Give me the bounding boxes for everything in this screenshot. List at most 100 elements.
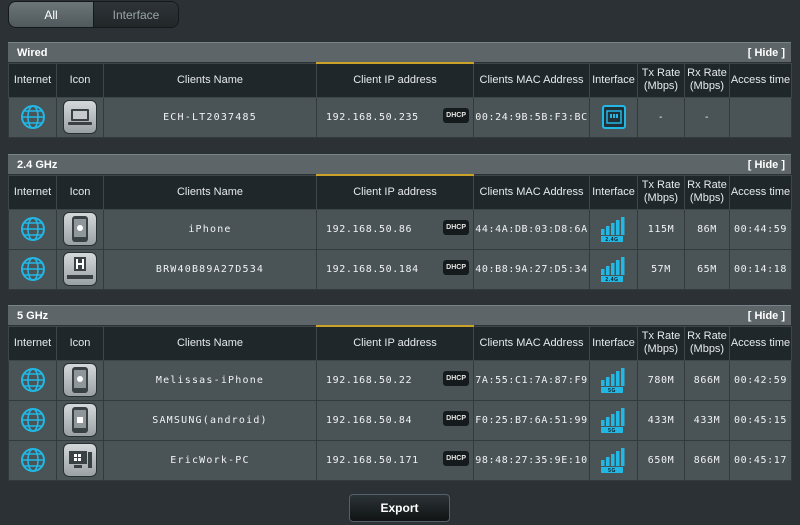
- column-header-ip: Client IP address: [316, 174, 474, 210]
- client-ip: 192.168.50.86: [326, 223, 413, 235]
- column-header-icon: Icon: [56, 325, 104, 361]
- client-mac: 40:B8:9A:27:D5:34: [473, 248, 590, 290]
- table-row[interactable]: BRW40B89A27D534 192.168.50.184 DHCP 40:B8:9…: [8, 248, 792, 290]
- client-ip-cell: 192.168.50.171 DHCP: [316, 439, 474, 481]
- globe-icon[interactable]: [9, 256, 56, 282]
- client-name[interactable]: BRW40B89A27D534: [103, 248, 317, 290]
- column-header-name: Clients Name: [103, 174, 317, 210]
- table-row[interactable]: EricWork-PC 192.168.50.171 DHCP 98:48:27:35…: [8, 439, 792, 481]
- column-header-interface: Interface: [589, 62, 638, 98]
- table-row[interactable]: Melissas-iPhone 192.168.50.22 DHCP 7A:55:C1…: [8, 359, 792, 401]
- hide-button[interactable]: [ Hide ]: [748, 47, 785, 59]
- internet-cell: [8, 96, 57, 138]
- dhcp-badge: DHCP: [443, 219, 469, 235]
- client-ip: 192.168.50.171: [326, 454, 419, 466]
- wifi-signal-icon: 2.4G: [590, 215, 637, 243]
- column-header-access: Access time: [729, 325, 792, 361]
- wifi-signal-icon: 5G: [590, 446, 637, 474]
- export-button[interactable]: Export: [349, 494, 450, 522]
- access-time: 00:45:15: [729, 399, 792, 441]
- tx-rate: 780M: [637, 359, 685, 401]
- access-time: [729, 96, 792, 138]
- globe-icon[interactable]: [9, 367, 56, 393]
- clients-table: Internet Icon Clients Name Client IP addres…: [8, 325, 792, 481]
- svg-text:5G: 5G: [608, 468, 616, 474]
- hide-button[interactable]: [ Hide ]: [748, 310, 785, 322]
- device-icon-cell: [56, 359, 104, 401]
- internet-cell: [8, 248, 57, 290]
- internet-cell: [8, 208, 57, 250]
- tx-rate: 433M: [637, 399, 685, 441]
- client-ip: 192.168.50.22: [326, 374, 413, 386]
- globe-icon[interactable]: [9, 216, 56, 242]
- client-mac: 44:4A:DB:03:D8:6A: [473, 208, 590, 250]
- client-name[interactable]: iPhone: [103, 208, 317, 250]
- tab-all[interactable]: All: [9, 2, 93, 27]
- clients-table: Internet Icon Clients Name Client IP addres…: [8, 62, 792, 138]
- wifi-signal-icon: 2.4G: [590, 255, 637, 283]
- column-header-ip: Client IP address: [316, 325, 474, 361]
- device-icon-cell: [56, 96, 104, 138]
- device-icon-cell: [56, 208, 104, 250]
- table-row[interactable]: ECH-LT2037485 192.168.50.235 DHCP 00:24:9B:…: [8, 96, 792, 138]
- svg-text:5G: 5G: [608, 388, 616, 394]
- section-wired: Wired [ Hide ] Internet Icon Clients Name C…: [8, 42, 792, 138]
- client-ip: 192.168.50.184: [326, 263, 419, 275]
- table-row[interactable]: SAMSUNG(android) 192.168.50.84 DHCP F0:25:B…: [8, 399, 792, 441]
- column-header-mac: Clients MAC Address: [473, 174, 590, 210]
- column-header-rx: Rx Rate (Mbps): [684, 62, 730, 98]
- view-tabs: All Interface: [8, 1, 179, 28]
- tx-rate: 57M: [637, 248, 685, 290]
- interface-cell: [589, 96, 638, 138]
- column-header-rx: Rx Rate (Mbps): [684, 325, 730, 361]
- tx-rate: 650M: [637, 439, 685, 481]
- laptop-icon[interactable]: [63, 100, 97, 134]
- wifi-signal-icon: 5G: [590, 366, 637, 394]
- android-phone-icon[interactable]: [63, 403, 97, 437]
- column-header-access: Access time: [729, 62, 792, 98]
- client-mac: F0:25:B7:6A:51:99: [473, 399, 590, 441]
- hide-button[interactable]: [ Hide ]: [748, 159, 785, 171]
- column-header-internet: Internet: [8, 325, 57, 361]
- apple-phone-icon[interactable]: [63, 212, 97, 246]
- section-title: Wired: [17, 46, 48, 59]
- column-header-tx: Tx Rate (Mbps): [637, 62, 685, 98]
- client-ip-cell: 192.168.50.22 DHCP: [316, 359, 474, 401]
- column-header-name: Clients Name: [103, 62, 317, 98]
- internet-cell: [8, 359, 57, 401]
- access-time: 00:44:59: [729, 208, 792, 250]
- wifi-signal-icon: 5G: [590, 406, 637, 434]
- rx-rate: 65M: [684, 248, 730, 290]
- column-header-access: Access time: [729, 174, 792, 210]
- access-time: 00:14:18: [729, 248, 792, 290]
- client-name[interactable]: Melissas-iPhone: [103, 359, 317, 401]
- svg-text:5G: 5G: [608, 428, 616, 434]
- tab-interface[interactable]: Interface: [93, 2, 178, 27]
- client-mac: 98:48:27:35:9E:10: [473, 439, 590, 481]
- globe-icon[interactable]: [9, 447, 56, 473]
- device-icon-cell: [56, 399, 104, 441]
- column-header-mac: Clients MAC Address: [473, 62, 590, 98]
- dhcp-badge: DHCP: [443, 410, 469, 426]
- section-header: 5 GHz [ Hide ]: [8, 305, 791, 325]
- dhcp-badge: DHCP: [443, 370, 469, 386]
- windows-pc-icon[interactable]: [63, 443, 97, 477]
- client-ip-cell: 192.168.50.235 DHCP: [316, 96, 474, 138]
- column-header-tx: Tx Rate (Mbps): [637, 174, 685, 210]
- table-row[interactable]: iPhone 192.168.50.86 DHCP 44:4A:DB:03:D8:6A…: [8, 208, 792, 250]
- globe-icon[interactable]: [9, 104, 56, 130]
- section-header: 2.4 GHz [ Hide ]: [8, 154, 791, 174]
- client-name[interactable]: EricWork-PC: [103, 439, 317, 481]
- client-ip-cell: 192.168.50.84 DHCP: [316, 399, 474, 441]
- foxconn-icon[interactable]: [63, 252, 97, 286]
- client-name[interactable]: ECH-LT2037485: [103, 96, 317, 138]
- column-header-ip: Client IP address: [316, 62, 474, 98]
- client-ip: 192.168.50.235: [326, 111, 419, 123]
- globe-icon[interactable]: [9, 407, 56, 433]
- section-2-4ghz: 2.4 GHz [ Hide ] Internet Icon Clients Nam…: [8, 154, 792, 290]
- apple-phone-icon[interactable]: [63, 363, 97, 397]
- clients-table: Internet Icon Clients Name Client IP addres…: [8, 174, 792, 290]
- dhcp-badge: DHCP: [443, 107, 469, 123]
- device-icon-cell: [56, 439, 104, 481]
- client-name[interactable]: SAMSUNG(android): [103, 399, 317, 441]
